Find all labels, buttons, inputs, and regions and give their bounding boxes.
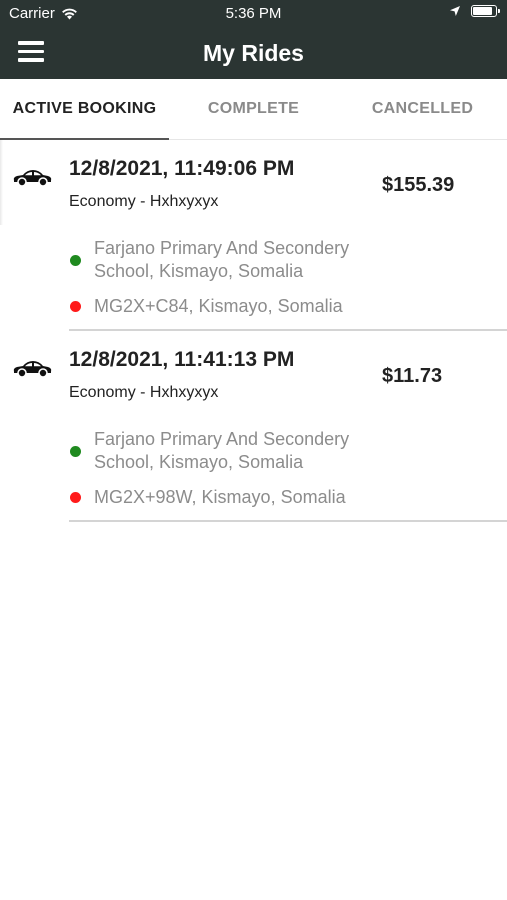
dropoff-dot-icon [70, 301, 81, 312]
car-icon [13, 170, 52, 187]
dropoff-address: MG2X+C84, Kismayo, Somalia [94, 296, 343, 316]
tab-complete[interactable]: COMPLETE [169, 79, 338, 139]
ride-type: Economy - Hxhxyxyx [69, 193, 219, 210]
page-title: My Rides [203, 40, 304, 66]
car-icon [13, 361, 52, 378]
ride-card[interactable]: 12/8/2021, 11:41:13 PM Economy - Hxhxyxy… [0, 331, 507, 522]
pickup-address: Farjano Primary And Secondery School, Ki… [94, 238, 350, 281]
tab-active-booking[interactable]: ACTIVE BOOKING [0, 79, 169, 139]
ride-divider [69, 520, 507, 522]
ride-price: $11.73 [382, 365, 443, 387]
app-header: Carrier 5:36 PM My Rides [0, 0, 507, 79]
ride-type: Economy - Hxhxyxyx [69, 384, 219, 401]
ride-datetime: 12/8/2021, 11:49:06 PM [69, 157, 295, 180]
battery-icon [471, 5, 500, 17]
ride-tabs: ACTIVE BOOKING COMPLETE CANCELLED [0, 79, 507, 140]
status-bar: Carrier 5:36 PM [0, 0, 507, 28]
ride-card[interactable]: 12/8/2021, 11:49:06 PM Economy - Hxhxyxy… [0, 140, 507, 331]
ride-price: $155.39 [382, 174, 455, 196]
dropoff-address: MG2X+98W, Kismayo, Somalia [94, 487, 346, 507]
status-time: 5:36 PM [225, 5, 282, 22]
pickup-dot-icon [70, 255, 81, 266]
tab-cancelled[interactable]: CANCELLED [338, 79, 507, 139]
battery-level [473, 7, 492, 15]
location-arrow-icon [450, 6, 460, 16]
pickup-address: Farjano Primary And Secondery School, Ki… [94, 429, 350, 472]
ride-datetime: 12/8/2021, 11:41:13 PM [69, 348, 295, 371]
dropoff-dot-icon [70, 492, 81, 503]
pickup-dot-icon [70, 446, 81, 457]
status-indicators [449, 5, 500, 17]
